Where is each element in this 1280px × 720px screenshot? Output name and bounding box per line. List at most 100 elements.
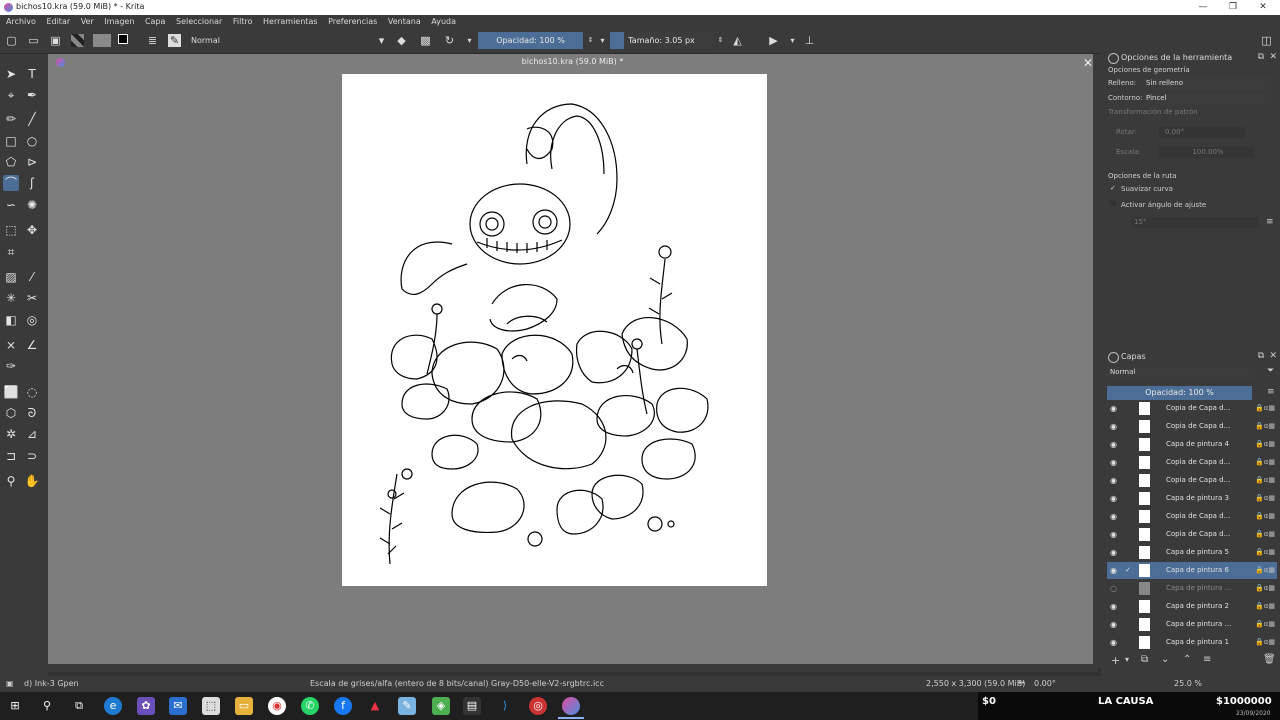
layer-row[interactable]: ○ Capa de pintura ... 🔒α▦ [1107, 580, 1277, 597]
layer-lock-icons[interactable]: 🔒α▦ [1255, 454, 1275, 471]
layer-lock-icons[interactable]: 🔒α▦ [1255, 508, 1275, 525]
affinity-icon[interactable]: ▲ [366, 697, 384, 715]
layer-row[interactable]: ◉ Copia de Capa d... 🔒α▦ [1107, 454, 1277, 471]
mirror-vertical-icon[interactable]: ▶ [767, 34, 780, 47]
fill-tool-icon[interactable]: ◧ [3, 312, 19, 328]
layer-row[interactable]: ◉ Copia de Capa d... 🔒α▦ [1107, 472, 1277, 489]
layer-properties-icon[interactable]: ≡ [1203, 654, 1211, 665]
color-picker-icon[interactable]: ⁄ [24, 269, 40, 285]
gradient-swatch-icon[interactable] [93, 34, 111, 47]
eye-icon[interactable]: ◉ [1110, 544, 1117, 561]
fill-select[interactable]: Sin relleno [1143, 78, 1271, 89]
layer-row-selected[interactable]: ◉ ✓ Capa de pintura 6 🔒α▦ [1107, 562, 1277, 579]
enclose-fill-icon[interactable]: ◎ [24, 312, 40, 328]
file-explorer-icon[interactable]: ▭ [235, 697, 253, 715]
polygonal-selection-icon[interactable]: ⬡ [3, 405, 19, 421]
move-up-icon[interactable]: ⌃ [1183, 654, 1191, 665]
terminal-icon[interactable]: ▤ [463, 697, 481, 715]
mirror-horizontal-icon[interactable]: ◭ [731, 34, 744, 47]
layer-lock-icons[interactable]: 🔒α▦ [1255, 544, 1275, 561]
eye-icon[interactable]: ◉ [1110, 436, 1117, 453]
line-tool-icon[interactable]: ╱ [24, 111, 40, 127]
rectangular-selection-icon[interactable]: ⬜ [3, 384, 19, 400]
dynamic-brush-icon[interactable]: ∽ [3, 197, 19, 213]
blend-mode-select[interactable]: Normal [188, 33, 389, 48]
menu-icon[interactable]: ≡ [1266, 217, 1274, 227]
freehand-selection-icon[interactable]: ᘐ [24, 405, 40, 421]
spin-arrows-icon[interactable]: ⇕ [714, 34, 727, 47]
eye-icon[interactable]: ◉ [1110, 400, 1117, 417]
zoom-tool-icon[interactable]: ⚲ [3, 473, 19, 489]
pan-tool-icon[interactable]: ✋ [24, 473, 40, 489]
edge-icon[interactable]: e [104, 697, 122, 715]
obs-icon[interactable]: ◎ [529, 697, 547, 715]
eye-icon[interactable]: ◉ [1110, 562, 1117, 579]
open-folder-icon[interactable]: ▭ [27, 34, 40, 47]
colorize-mask-icon[interactable]: ✂ [24, 290, 40, 306]
menu-capa[interactable]: Capa [145, 15, 165, 29]
layer-lock-icons[interactable]: 🔒α▦ [1255, 616, 1275, 633]
filter-icon[interactable]: ⏷ [1267, 366, 1274, 376]
minimize-button[interactable]: — [1188, 0, 1218, 15]
layer-row[interactable]: ◉ Capa de pintura 3 🔒α▦ [1107, 490, 1277, 507]
store-icon[interactable]: ⬚ [202, 697, 220, 715]
layer-lock-icons[interactable]: 🔒α▦ [1255, 400, 1275, 417]
document-tab-title[interactable]: bichos10.kra (59.0 MiB) * [48, 57, 1097, 66]
freehand-path-icon[interactable]: ʃ [24, 175, 40, 191]
rotation-value[interactable]: 0.00° [1034, 679, 1056, 688]
menu-herramientas[interactable]: Herramientas [263, 15, 318, 29]
vertical-scrollbar[interactable] [1093, 54, 1101, 668]
eye-icon[interactable]: ◉ [1110, 508, 1117, 525]
workspace-icon[interactable]: ◫ [1260, 34, 1273, 47]
layer-row[interactable]: ◉ Copia de Capa d... 🔒α▦ [1107, 508, 1277, 525]
eye-icon[interactable]: ◉ [1110, 418, 1117, 435]
menu-imagen[interactable]: Imagen [104, 15, 134, 29]
canvas-area[interactable]: bichos10.kra (59.0 MiB) * ✕ [48, 54, 1097, 668]
snap-angle-input[interactable]: 15° [1131, 217, 1259, 228]
chevron-down-icon[interactable]: ▾ [1125, 655, 1129, 664]
freehand-brush-icon[interactable]: ✏ [3, 111, 19, 127]
layer-opacity-slider[interactable]: Opacidad: 100 % [1107, 386, 1252, 400]
reference-images-icon[interactable]: ✑ [3, 358, 19, 374]
eye-hidden-icon[interactable]: ○ [1110, 580, 1117, 597]
crop-tool-icon[interactable]: ⌗ [3, 244, 19, 260]
brush-settings-icon[interactable]: ≣ [146, 34, 159, 47]
calligraphy-icon[interactable]: ✒ [24, 87, 40, 103]
bezier-curve-tool-icon[interactable]: ⌒ [3, 175, 19, 191]
search-icon[interactable]: ⚲ [38, 697, 56, 715]
menu-archivo[interactable]: Archivo [6, 15, 36, 29]
menu-editar[interactable]: Editar [46, 15, 70, 29]
layer-row[interactable]: ◉ Capa de pintura 4 🔒α▦ [1107, 436, 1277, 453]
select-shapes-icon[interactable]: ➤ [3, 66, 19, 82]
facebook-icon[interactable]: f [334, 697, 352, 715]
canvas-paper[interactable] [342, 74, 767, 586]
wrap-around-icon[interactable]: ⊥ [803, 34, 816, 47]
close-docker-icon[interactable]: ✕ [1269, 52, 1277, 62]
eye-icon[interactable]: ◉ [1110, 634, 1117, 651]
eye-icon[interactable]: ◉ [1110, 490, 1117, 507]
eye-icon[interactable]: ◉ [1110, 526, 1117, 543]
layer-lock-icons[interactable]: 🔒α▦ [1255, 634, 1275, 651]
vscode-icon[interactable]: ⟩ [496, 697, 514, 715]
assistant-tool-icon[interactable]: ⨯ [3, 337, 19, 353]
add-layer-icon[interactable]: + [1111, 654, 1120, 667]
layer-row[interactable]: ◉ Copia de Capa d... 🔒α▦ [1107, 418, 1277, 435]
menu-ver[interactable]: Ver [81, 15, 94, 29]
ellipse-tool-icon[interactable]: ○ [24, 133, 40, 149]
foreground-background-color-icon[interactable] [118, 34, 131, 47]
close-window-button[interactable]: ✕ [1248, 0, 1278, 15]
outline-select[interactable]: Pincel [1143, 93, 1271, 104]
chrome-icon[interactable]: ◉ [268, 697, 286, 715]
horizontal-scrollbar[interactable] [48, 664, 1097, 672]
elliptical-selection-icon[interactable]: ◌ [24, 384, 40, 400]
text-tool-icon[interactable]: T [24, 66, 40, 82]
polygon-tool-icon[interactable]: ⬠ [3, 154, 19, 170]
gradient-tool-icon[interactable]: ▨ [3, 269, 19, 285]
transform-tool-icon[interactable]: ⬚ [3, 222, 19, 238]
eye-icon[interactable]: ◉ [1110, 472, 1117, 489]
edit-shapes-icon[interactable]: ⌖ [3, 87, 19, 103]
app-icon[interactable]: ✿ [137, 697, 155, 715]
new-document-icon[interactable]: ▢ [5, 34, 18, 47]
menu-ayuda[interactable]: Ayuda [431, 15, 456, 29]
opacity-slider[interactable]: Opacidad: 100 % [478, 32, 583, 49]
